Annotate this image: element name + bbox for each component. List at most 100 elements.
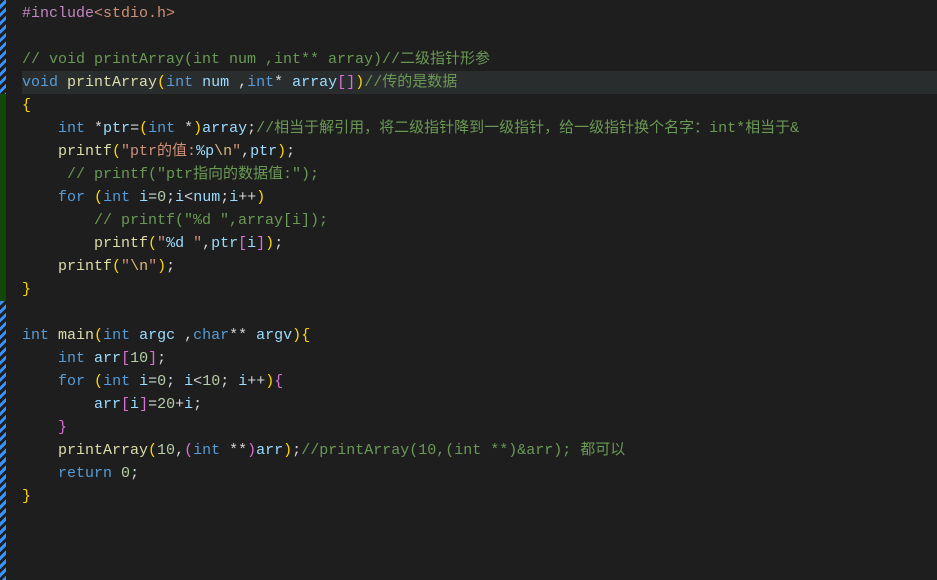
code-token: < (184, 186, 193, 209)
code-token: ) (247, 439, 256, 462)
code-token: i (184, 370, 193, 393)
code-line[interactable]: for (int i=0; i<10; i++){ (22, 370, 937, 393)
code-line[interactable]: } (22, 485, 937, 508)
code-token: printArray (58, 439, 148, 462)
code-token: , (229, 71, 247, 94)
code-token: " (232, 140, 241, 163)
code-token: ++ (238, 186, 256, 209)
gutter-change-marker (0, 94, 6, 301)
code-token: num (193, 186, 220, 209)
code-token: ; (157, 347, 166, 370)
code-token: , (241, 140, 250, 163)
code-token: ; (166, 186, 175, 209)
code-line[interactable] (22, 301, 937, 324)
code-token: ) (292, 324, 301, 347)
code-token: ptr (211, 232, 238, 255)
code-token (130, 370, 139, 393)
code-token: // printf("%d ",array[i]); (94, 209, 328, 232)
code-token (130, 324, 139, 347)
code-token: i (130, 393, 139, 416)
code-line[interactable]: printf("%d ",ptr[i]); (22, 232, 937, 255)
code-token: printf (94, 232, 148, 255)
code-token: argv (256, 324, 292, 347)
code-token: [ (337, 71, 346, 94)
code-token (130, 186, 139, 209)
code-token (85, 347, 94, 370)
code-token: \n (130, 255, 148, 278)
code-token: ; (292, 439, 301, 462)
code-token: char (193, 324, 229, 347)
code-token (22, 370, 58, 393)
code-token: ( (148, 232, 157, 255)
code-token: "ptr的值: (121, 140, 196, 163)
code-line[interactable]: for (int i=0;i<num;i++) (22, 186, 937, 209)
code-line[interactable]: int main(int argc ,char** argv){ (22, 324, 937, 347)
code-token: ) (283, 439, 292, 462)
code-token: { (301, 324, 310, 347)
code-editor[interactable]: #include<stdio.h> // void printArray(int … (0, 0, 937, 508)
code-token: return (58, 462, 112, 485)
code-token: #include (22, 2, 94, 25)
code-token: * (85, 117, 103, 140)
code-token: ) (265, 370, 274, 393)
code-token: arr (94, 347, 121, 370)
code-line[interactable]: // printf("ptr指向的数据值:"); (22, 163, 937, 186)
code-token: ) (355, 71, 364, 94)
code-token: 0 (157, 186, 166, 209)
code-token: int (103, 186, 130, 209)
code-line[interactable]: void printArray(int num ,int* array[])//… (22, 71, 937, 94)
code-token: int (22, 324, 49, 347)
code-token: ++ (247, 370, 265, 393)
code-line[interactable]: printf("\n"); (22, 255, 937, 278)
code-token: { (22, 94, 31, 117)
code-token: , (175, 324, 193, 347)
code-line[interactable]: printf("ptr的值:%p\n",ptr); (22, 140, 937, 163)
code-line[interactable]: { (22, 94, 937, 117)
code-token: ] (256, 232, 265, 255)
code-token: i (238, 370, 247, 393)
code-token (22, 462, 58, 485)
code-line[interactable]: int *ptr=(int *)array;//相当于解引用，将二级指针降到一级… (22, 117, 937, 140)
code-token: ; (286, 140, 295, 163)
code-line[interactable]: // printf("%d ",array[i]); (22, 209, 937, 232)
code-token: ) (265, 232, 274, 255)
code-token: ( (94, 324, 103, 347)
code-token: ; (130, 462, 139, 485)
code-token (22, 347, 58, 370)
code-token: ; (274, 232, 283, 255)
code-token: " (121, 255, 130, 278)
code-token: ( (112, 255, 121, 278)
code-token: = (130, 117, 139, 140)
code-token: < (193, 370, 202, 393)
code-line[interactable]: return 0; (22, 462, 937, 485)
code-token (22, 186, 58, 209)
code-token: = (148, 393, 157, 416)
code-line[interactable]: int arr[10]; (22, 347, 937, 370)
code-token: for (58, 370, 85, 393)
code-line[interactable] (22, 25, 937, 48)
code-token: ( (139, 117, 148, 140)
code-line[interactable]: #include<stdio.h> (22, 2, 937, 25)
code-token: * (274, 71, 292, 94)
code-token: printArray (67, 71, 157, 94)
code-token (22, 439, 58, 462)
code-token: } (22, 278, 31, 301)
code-token: array (202, 117, 247, 140)
code-line[interactable]: arr[i]=20+i; (22, 393, 937, 416)
code-line[interactable]: } (22, 278, 937, 301)
code-token: ( (184, 439, 193, 462)
code-token: { (274, 370, 283, 393)
code-token: 20 (157, 393, 175, 416)
code-token: ; (220, 186, 229, 209)
code-line[interactable]: } (22, 416, 937, 439)
code-token: 0 (121, 462, 130, 485)
code-token: arr (94, 393, 121, 416)
code-token: = (148, 370, 157, 393)
code-token: array (292, 71, 337, 94)
code-token: i (184, 393, 193, 416)
code-line[interactable]: // void printArray(int num ,int** array)… (22, 48, 937, 71)
code-token: } (22, 485, 31, 508)
code-line[interactable]: printArray(10,(int **)arr);//printArray(… (22, 439, 937, 462)
code-token: int (58, 347, 85, 370)
code-token: int (193, 439, 220, 462)
